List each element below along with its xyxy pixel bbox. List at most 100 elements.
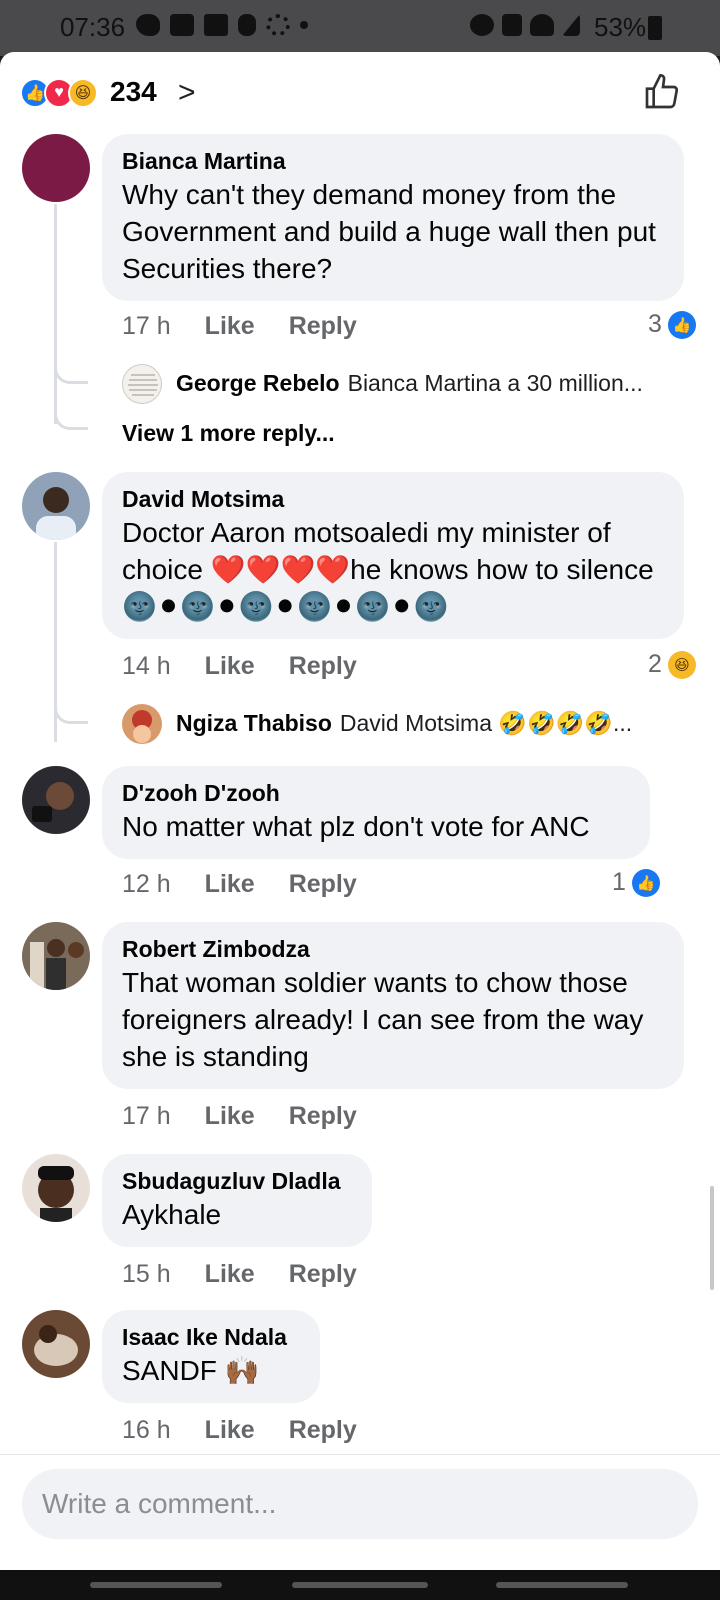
- thread-connector: [54, 698, 88, 724]
- comment-reaction[interactable]: 1 👍: [612, 868, 660, 897]
- haha-reaction-icon: 😆: [667, 650, 696, 679]
- comment-author[interactable]: Sbudaguzluv Dladla: [122, 1166, 352, 1196]
- reaction-count[interactable]: 234: [110, 76, 157, 108]
- reply-button[interactable]: Reply: [289, 870, 357, 899]
- comment-time: 16 h: [122, 1416, 171, 1444]
- comment-reaction[interactable]: 3 👍: [648, 310, 696, 339]
- comment-time: 14 h: [122, 652, 171, 680]
- reply-avatar[interactable]: [122, 364, 162, 404]
- status-time: 07:36: [60, 12, 126, 42]
- battery-icon: [648, 16, 662, 40]
- comment-text: Aykhale: [122, 1199, 222, 1230]
- comment-input[interactable]: Write a comment...: [22, 1469, 698, 1539]
- avatar[interactable]: [22, 472, 90, 540]
- avatar[interactable]: [22, 134, 90, 202]
- comment-actions: 17 h Like Reply: [122, 1102, 357, 1131]
- reactions-header: 👍 ♥ 😆 234 >: [0, 52, 720, 134]
- comment-actions: 17 h Like Reply: [122, 312, 357, 341]
- comment-reaction[interactable]: 2 😆: [648, 650, 696, 679]
- thread-connector: [54, 358, 88, 384]
- comments-sheet: 👍 ♥ 😆 234 > Bianca Martina Why can't the…: [0, 52, 720, 1570]
- like-button[interactable]: Like: [205, 1102, 255, 1131]
- comment-author[interactable]: D'zooh D'zooh: [122, 778, 630, 808]
- comment-time: 12 h: [122, 870, 171, 898]
- view-more-replies-link[interactable]: View 1 more reply...: [122, 420, 335, 447]
- system-icons: [470, 14, 580, 36]
- comment-time: 17 h: [122, 1102, 171, 1130]
- comment-author[interactable]: Bianca Martina: [122, 146, 664, 176]
- like-post-icon[interactable]: [642, 72, 682, 112]
- reaction-summary[interactable]: 👍 ♥ 😆: [20, 78, 98, 108]
- haha-reaction-icon: 😆: [68, 78, 98, 108]
- comment-text: No matter what plz don't vote for ANC: [122, 811, 590, 842]
- like-button[interactable]: Like: [205, 312, 255, 341]
- comment-time: 15 h: [122, 1260, 171, 1288]
- comment-author[interactable]: Isaac Ike Ndala: [122, 1322, 300, 1352]
- thread-line: [54, 204, 57, 424]
- reaction-count: 1: [612, 868, 626, 896]
- system-nav-bar: [0, 1570, 720, 1600]
- comment-text: SANDF 🙌🏾: [122, 1355, 260, 1386]
- comment-actions: 16 h Like Reply: [122, 1416, 357, 1445]
- reply-preview[interactable]: Ngiza Thabiso David Motsima 🤣🤣🤣🤣...: [176, 710, 632, 737]
- recent-apps-button[interactable]: [90, 1582, 222, 1588]
- twitter-icon: [136, 14, 160, 36]
- comment-author[interactable]: David Motsima: [122, 484, 664, 514]
- avatar[interactable]: [22, 766, 90, 834]
- settings-icon: [266, 14, 290, 36]
- like-reaction-icon: 👍: [667, 310, 696, 339]
- reply-button[interactable]: Reply: [289, 1102, 357, 1131]
- reply-author[interactable]: George Rebelo: [176, 370, 340, 397]
- status-bar: 07:36 53%: [0, 0, 720, 56]
- bug-icon: [238, 14, 256, 36]
- notification-icons: [136, 14, 308, 36]
- comment-input-placeholder: Write a comment...: [42, 1488, 277, 1519]
- reply-text: Bianca Martina a 30 million...: [347, 370, 643, 396]
- comment-actions: 15 h Like Reply: [122, 1260, 357, 1289]
- dot-icon: [300, 21, 308, 29]
- comment-bubble[interactable]: David Motsima Doctor Aaron motsoaledi my…: [102, 472, 684, 639]
- wifi-icon: [530, 14, 554, 36]
- like-button[interactable]: Like: [205, 1416, 255, 1445]
- like-button[interactable]: Like: [205, 1260, 255, 1289]
- calendar-icon: [204, 14, 228, 36]
- reply-author[interactable]: Ngiza Thabiso: [176, 710, 332, 737]
- like-reaction-icon: 👍: [631, 868, 660, 897]
- comment-bubble[interactable]: Sbudaguzluv Dladla Aykhale: [102, 1154, 372, 1247]
- reply-button[interactable]: Reply: [289, 1260, 357, 1289]
- comment-text: That woman soldier wants to chow those f…: [122, 967, 644, 1072]
- comment-bubble[interactable]: Robert Zimbodza That woman soldier wants…: [102, 922, 684, 1089]
- reply-button[interactable]: Reply: [289, 312, 357, 341]
- comment-time: 17 h: [122, 312, 171, 340]
- reply-button[interactable]: Reply: [289, 1416, 357, 1445]
- scrollbar[interactable]: [710, 1186, 714, 1290]
- reply-button[interactable]: Reply: [289, 652, 357, 681]
- avatar[interactable]: [22, 1154, 90, 1222]
- like-button[interactable]: Like: [205, 870, 255, 899]
- reply-avatar[interactable]: [122, 704, 162, 744]
- comment-bubble[interactable]: D'zooh D'zooh No matter what plz don't v…: [102, 766, 650, 859]
- youtube-icon: [170, 14, 194, 36]
- like-button[interactable]: Like: [205, 652, 255, 681]
- avatar[interactable]: [22, 1310, 90, 1378]
- mute-icon: [502, 14, 522, 36]
- comment-bubble[interactable]: Bianca Martina Why can't they demand mon…: [102, 134, 684, 301]
- battery-percent: 53%: [594, 12, 647, 42]
- comment-bubble[interactable]: Isaac Ike Ndala SANDF 🙌🏾: [102, 1310, 320, 1403]
- reply-preview[interactable]: George Rebelo Bianca Martina a 30 millio…: [176, 370, 643, 397]
- thread-connector: [54, 404, 88, 430]
- alarm-icon: [470, 14, 494, 36]
- avatar[interactable]: [22, 922, 90, 990]
- chevron-right-icon[interactable]: >: [178, 76, 196, 110]
- comment-composer: Write a comment...: [0, 1454, 720, 1570]
- comment-actions: 14 h Like Reply: [122, 652, 357, 681]
- comment-text: Why can't they demand money from the Gov…: [122, 179, 656, 284]
- comment-actions: 12 h Like Reply: [122, 870, 357, 899]
- reaction-count: 3: [648, 310, 662, 338]
- reply-text: David Motsima 🤣🤣🤣🤣...: [339, 710, 633, 736]
- reaction-count: 2: [648, 650, 662, 678]
- back-button[interactable]: [496, 1582, 628, 1588]
- comment-author[interactable]: Robert Zimbodza: [122, 934, 664, 964]
- comment-text: Doctor Aaron motsoaledi my minister of c…: [122, 517, 654, 622]
- home-button[interactable]: [292, 1582, 428, 1588]
